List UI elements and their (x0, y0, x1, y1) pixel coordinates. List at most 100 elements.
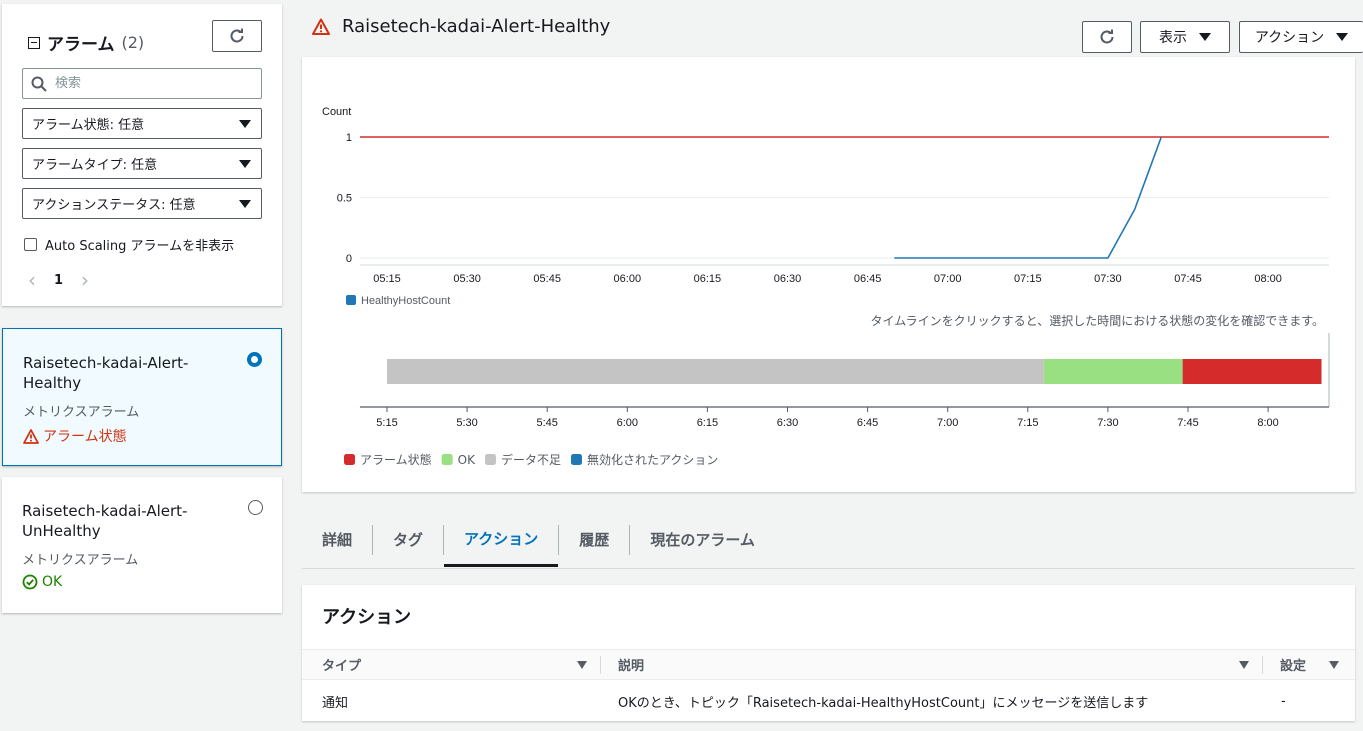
tab-0[interactable]: 詳細 (302, 512, 372, 567)
timeline-tick-label: 5:45 (536, 417, 557, 429)
timeline-segment-ok (1043, 359, 1183, 384)
timeline-tick-label: 6:45 (857, 417, 878, 429)
refresh-detail-button[interactable] (1082, 21, 1132, 53)
alarm-state-select[interactable]: アラーム状態: 任意 (22, 108, 262, 139)
column-header-description[interactable]: 説明 (618, 650, 1258, 679)
panel-title: アラーム (2) (28, 30, 144, 55)
alarm-card-healthy[interactable]: Raisetech-kadai-Alert-Healthy メトリクスアラーム … (2, 328, 282, 466)
timeline-tick-label: 7:00 (937, 417, 958, 429)
caret-down-icon (1199, 33, 1211, 41)
timeline-tick-label: 7:30 (1097, 417, 1118, 429)
caret-down-icon (239, 199, 251, 208)
timeline-tick-label: 8:00 (1257, 417, 1278, 429)
x-tick-label: 08:00 (1254, 273, 1282, 285)
alarm-count: (2) (121, 33, 145, 52)
page-number[interactable]: 1 (54, 273, 63, 288)
column-description-label: 説明 (618, 659, 645, 674)
hide-autoscaling-checkbox[interactable] (24, 238, 37, 251)
alarm-card-name: Raisetech-kadai-Alert-UnHealthy (22, 502, 188, 540)
legend-label-alarm: アラーム状態 (360, 452, 432, 467)
column-divider (600, 656, 601, 674)
timeline-hint: タイムラインをクリックすると、選択した時間における状態の変化を確認できます。 (871, 313, 1324, 328)
actions-table-header: タイプ 説明 設定 (302, 649, 1355, 680)
column-divider (1262, 656, 1263, 674)
timeline-tick-label: 6:00 (617, 417, 638, 429)
alarm-type-select-value: アラームタイプ: 任意 (32, 158, 158, 173)
tab-3[interactable]: 履歴 (559, 512, 629, 567)
collapse-icon[interactable] (28, 36, 40, 49)
search-field[interactable] (22, 68, 262, 99)
column-header-type[interactable]: タイプ (322, 650, 592, 679)
alarm-select-radio[interactable] (248, 500, 263, 515)
alarm-card-name: Raisetech-kadai-Alert-Healthy (23, 354, 189, 392)
cell-settings: - (1281, 693, 1286, 709)
column-header-settings[interactable]: 設定 (1280, 650, 1340, 679)
chevron-right-icon[interactable]: › (81, 268, 89, 292)
sort-down-icon[interactable] (1239, 661, 1249, 669)
cell-type: 通知 (322, 695, 349, 711)
hide-autoscaling-option[interactable]: Auto Scaling アラームを非表示 (24, 235, 234, 254)
x-tick-label: 07:00 (934, 273, 962, 285)
actions-button-label: アクション (1254, 30, 1325, 46)
alarm-card-kind: メトリクスアラーム (23, 405, 140, 420)
table-row: 通知 OKのとき、トピック「Raisetech-kadai-HealthyHos… (302, 681, 1355, 721)
alarm-filter-panel: アラーム (2) アラーム状態: 任意 アラームタイプ: 任意 アクションステー… (2, 4, 282, 306)
hide-autoscaling-label: Auto Scaling アラームを非表示 (45, 239, 235, 254)
alarm-card-unhealthy[interactable]: Raisetech-kadai-Alert-UnHealthy メトリクスアラー… (2, 477, 282, 613)
action-status-select-value: アクションステータス: 任意 (32, 198, 196, 213)
display-button[interactable]: 表示 (1140, 21, 1230, 53)
alarm-state-select-value: アラーム状態: 任意 (32, 118, 145, 133)
sort-down-icon[interactable] (577, 661, 587, 669)
actions-panel-title: アクション (322, 607, 412, 628)
tab-2[interactable]: アクション (444, 512, 559, 567)
x-tick-label: 06:30 (774, 273, 802, 285)
column-type-label: タイプ (322, 659, 362, 674)
display-button-label: 表示 (1159, 30, 1187, 46)
timeline-segment-alarm (1182, 359, 1322, 384)
chevron-left-icon[interactable]: ‹ (28, 268, 36, 292)
pagination: ‹ 1 › (28, 268, 89, 292)
alarm-detail-title: Raisetech-kadai-Alert-Healthy (342, 16, 611, 37)
legend-swatch-ok (441, 454, 453, 465)
alarm-type-select[interactable]: アラームタイプ: 任意 (22, 148, 262, 179)
legend-label-disabled: 無効化されたアクション (587, 452, 718, 467)
timeline-tick-label: 6:15 (697, 417, 718, 429)
panel-title-text: アラーム (47, 35, 115, 55)
check-circle-icon (22, 574, 38, 590)
timeline-tick-label: 5:15 (376, 417, 397, 429)
caret-down-icon (239, 159, 251, 168)
timeline-segment-insufficient (387, 359, 1044, 384)
legend-label-insufficient: データ不足 (501, 452, 561, 467)
legend-swatch-insufficient (484, 454, 496, 465)
legend-swatch-disabled (570, 454, 582, 465)
alarm-card-state: OK (22, 574, 262, 590)
legend-swatch (346, 295, 356, 305)
refresh-list-button[interactable] (212, 20, 262, 52)
tab-4[interactable]: 現在のアラーム (630, 512, 775, 567)
sort-down-icon[interactable] (1329, 661, 1339, 669)
legend-label: HealthyHostCount (361, 295, 450, 307)
y-axis-label: Count (322, 106, 351, 118)
x-tick-label: 07:45 (1174, 273, 1202, 285)
alarm-select-radio[interactable] (247, 352, 262, 367)
detail-tabs: 詳細 タグ アクション 履歴 現在のアラーム (302, 512, 1355, 569)
x-tick-label: 05:30 (453, 273, 481, 285)
metric-chart[interactable]: Count 1 0.5 0 05:15 05:30 05:45 06:00 06:15 06:30… (302, 57, 1355, 492)
tab-1[interactable]: タグ (373, 512, 443, 567)
action-status-select[interactable]: アクションステータス: 任意 (22, 188, 262, 219)
actions-button[interactable]: アクション (1239, 21, 1363, 53)
timeline-tick-label: 7:15 (1017, 417, 1038, 429)
search-icon (31, 76, 47, 92)
y-tick-label: 1 (346, 132, 352, 144)
y-tick-label: 0.5 (337, 193, 352, 205)
refresh-icon (230, 28, 244, 43)
alarm-card-kind: メトリクスアラーム (22, 553, 139, 568)
cell-description: OKのとき、トピック「Raisetech-kadai-HealthyHostCo… (618, 695, 1149, 711)
search-input[interactable] (55, 76, 245, 91)
alarm-detail-header: Raisetech-kadai-Alert-Healthy (312, 16, 610, 37)
alarm-card-state-text: OK (42, 574, 63, 590)
legend-label-ok: OK (458, 453, 476, 467)
legend-swatch-alarm (344, 454, 355, 465)
alarm-card-state-text: アラーム状態 (43, 429, 127, 445)
warning-icon (23, 428, 39, 444)
